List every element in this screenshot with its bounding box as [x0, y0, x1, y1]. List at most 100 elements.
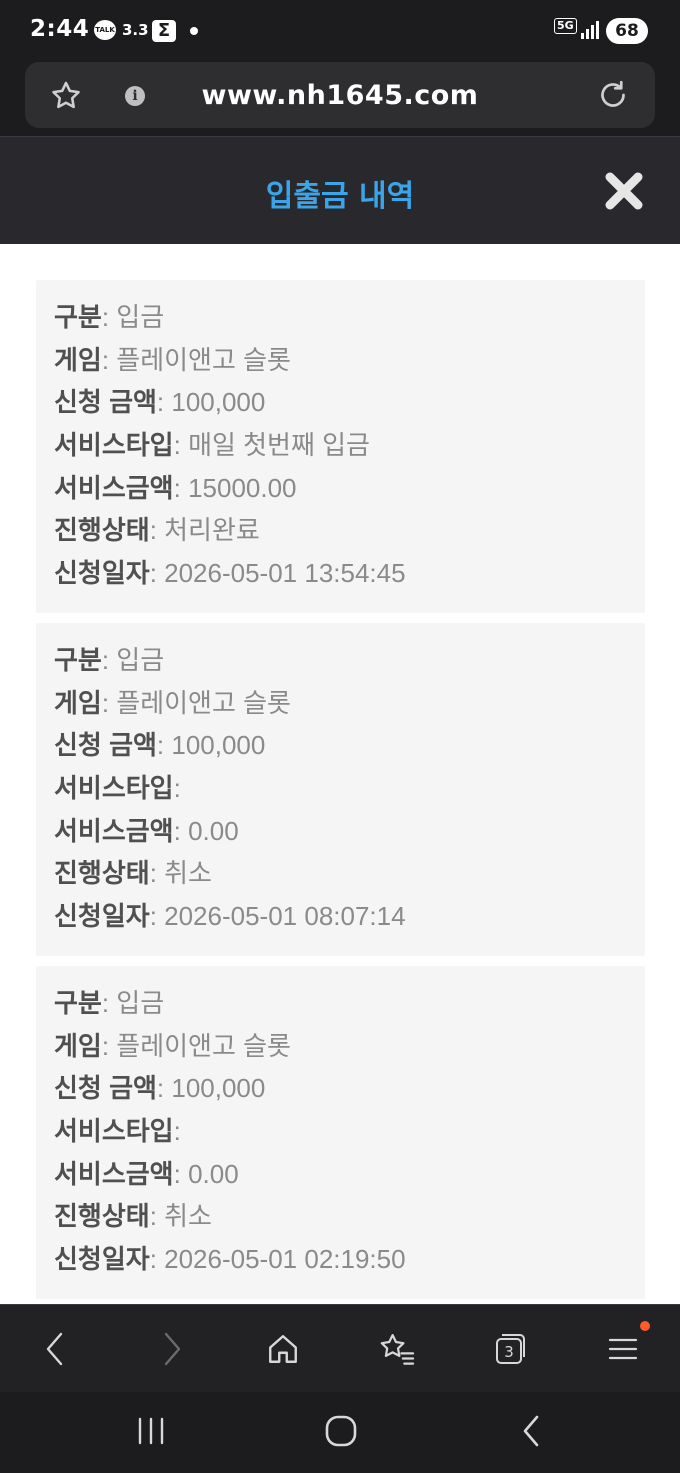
forward-button[interactable] — [152, 1327, 192, 1371]
page-header: 입출금 내역 — [0, 136, 680, 244]
date-value: 2026-05-01 08:07:14 — [164, 901, 406, 932]
service-type-value: 매일 첫번째 입금 — [188, 430, 370, 461]
status-time: 2:44 — [30, 16, 90, 42]
record-service-amount-row: 서비스금액: 0.00 — [54, 815, 239, 846]
reload-icon[interactable] — [595, 77, 631, 113]
chevron-left-icon — [46, 1332, 63, 1366]
back-nav-icon[interactable] — [516, 1412, 546, 1450]
kakaotalk-icon: TALK — [94, 20, 116, 40]
status-label: 진행상태 — [54, 1201, 150, 1232]
service-amount-value: 0.00 — [188, 815, 239, 846]
status-label: 진행상태 — [54, 858, 150, 889]
date-label: 신청일자 — [54, 1244, 150, 1275]
transaction-record: 구분: 입금 게임: 플레이앤고 슬롯 신청 금액: 100,000 서비스타입… — [36, 966, 645, 1299]
status-value: 취소 — [164, 858, 212, 889]
status-label: 진행상태 — [54, 515, 150, 546]
record-date-row: 신청일자: 2026-05-01 13:54:45 — [54, 558, 406, 589]
record-service-type-row: 서비스타입: 매일 첫번째 입금 — [54, 430, 370, 461]
record-status-row: 진행상태: 처리완료 — [54, 515, 260, 546]
record-date-row: 신청일자: 2026-05-01 08:07:14 — [54, 901, 406, 932]
type-label: 구분 — [54, 645, 102, 675]
type-value: 입금 — [116, 302, 165, 332]
record-status-row: 진행상태: 취소 — [54, 858, 212, 889]
amount-value: 100,000 — [171, 387, 266, 418]
service-type-label: 서비스타입 — [54, 773, 174, 804]
amount-label: 신청 금액 — [54, 387, 157, 418]
system-navigation-bar — [0, 1392, 680, 1473]
service-amount-label: 서비스금액 — [54, 1158, 174, 1189]
game-label: 게임 — [54, 344, 102, 375]
record-status-row: 진행상태: 취소 — [54, 1201, 212, 1232]
record-type-row: 구분: 입금 — [54, 645, 165, 675]
network-type-icon: 5G — [554, 18, 577, 34]
record-service-type-row: 서비스타입: — [54, 1116, 181, 1147]
record-amount-row: 신청 금액: 100,000 — [54, 1073, 266, 1104]
date-value: 2026-05-01 02:19:50 — [164, 1244, 406, 1275]
service-amount-label: 서비스금액 — [54, 815, 174, 846]
record-service-type-row: 서비스타입: — [54, 773, 181, 804]
url-text[interactable]: www.nh1645.com — [25, 80, 655, 111]
address-bar[interactable]: i www.nh1645.com — [25, 62, 655, 128]
status-value: 취소 — [164, 1201, 212, 1232]
type-label: 구분 — [54, 302, 102, 332]
browser-toolbar: i www.nh1645.com — [0, 62, 680, 136]
record-type-row: 구분: 입금 — [54, 302, 165, 332]
status-bar: 2:44 TALK 3.3 Σ 5G 68 — [0, 0, 680, 62]
status-value: 처리완료 — [164, 515, 260, 546]
date-value: 2026-05-01 13:54:45 — [164, 558, 406, 589]
menu-notification-dot — [640, 1321, 650, 1331]
home-icon — [269, 1335, 297, 1363]
service-amount-value: 0.00 — [188, 1158, 239, 1189]
chevron-right-icon — [164, 1332, 181, 1366]
browser-bottom-nav: 3 — [0, 1304, 680, 1392]
record-game-row: 게임: 플레이앤고 슬롯 — [54, 344, 291, 375]
service-amount-value: 15000.00 — [188, 472, 297, 503]
hamburger-menu-icon — [608, 1338, 638, 1360]
data-speed: 3.3 — [122, 21, 149, 39]
record-amount-row: 신청 금액: 100,000 — [54, 730, 266, 761]
amount-label: 신청 금액 — [54, 1073, 157, 1104]
back-button[interactable] — [35, 1327, 75, 1371]
bookmarks-button[interactable] — [377, 1327, 417, 1371]
battery-indicator: 68 — [606, 18, 648, 44]
type-value: 입금 — [116, 645, 165, 675]
record-date-row: 신청일자: 2026-05-01 02:19:50 — [54, 1244, 406, 1275]
game-value: 플레이앤고 슬롯 — [116, 687, 291, 718]
record-game-row: 게임: 플레이앤고 슬롯 — [54, 687, 291, 718]
transaction-record: 구분: 입금 게임: 플레이앤고 슬롯 신청 금액: 100,000 서비스타입… — [36, 623, 645, 956]
signal-icon — [581, 21, 599, 39]
type-value: 입금 — [116, 988, 165, 1018]
record-service-amount-row: 서비스금액: 0.00 — [54, 1158, 239, 1189]
game-label: 게임 — [54, 687, 102, 718]
home-button[interactable] — [263, 1327, 303, 1371]
date-label: 신청일자 — [54, 901, 150, 932]
amount-label: 신청 금액 — [54, 730, 157, 761]
record-service-amount-row: 서비스금액: 15000.00 — [54, 472, 297, 503]
home-nav-icon[interactable] — [322, 1412, 360, 1450]
service-type-label: 서비스타입 — [54, 430, 174, 461]
tab-count: 3 — [504, 1343, 514, 1361]
close-icon[interactable] — [604, 171, 644, 211]
menu-button[interactable] — [603, 1327, 643, 1371]
bookmarks-star-list-icon — [380, 1334, 415, 1365]
service-amount-label: 서비스금액 — [54, 472, 174, 503]
amount-value: 100,000 — [171, 730, 266, 761]
tabs-button[interactable]: 3 — [490, 1327, 530, 1371]
record-amount-row: 신청 금액: 100,000 — [54, 387, 266, 418]
tabs-icon: 3 — [496, 1334, 525, 1364]
amount-value: 100,000 — [171, 1073, 266, 1104]
transaction-record: 구분: 입금 게임: 플레이앤고 슬롯 신청 금액: 100,000 서비스타입… — [36, 280, 645, 613]
date-label: 신청일자 — [54, 558, 150, 589]
page-title: 입출금 내역 — [265, 179, 415, 214]
notification-dot-icon — [190, 27, 198, 35]
service-type-label: 서비스타입 — [54, 1116, 174, 1147]
recent-apps-icon[interactable] — [134, 1414, 168, 1448]
record-type-row: 구분: 입금 — [54, 988, 165, 1018]
game-value: 플레이앤고 슬롯 — [116, 1030, 291, 1061]
sigma-app-icon: Σ — [152, 20, 176, 42]
game-label: 게임 — [54, 1030, 102, 1061]
transaction-list: 구분: 입금 게임: 플레이앤고 슬롯 신청 금액: 100,000 서비스타입… — [0, 244, 680, 1304]
record-game-row: 게임: 플레이앤고 슬롯 — [54, 1030, 291, 1061]
type-label: 구분 — [54, 988, 102, 1018]
game-value: 플레이앤고 슬롯 — [116, 344, 291, 375]
